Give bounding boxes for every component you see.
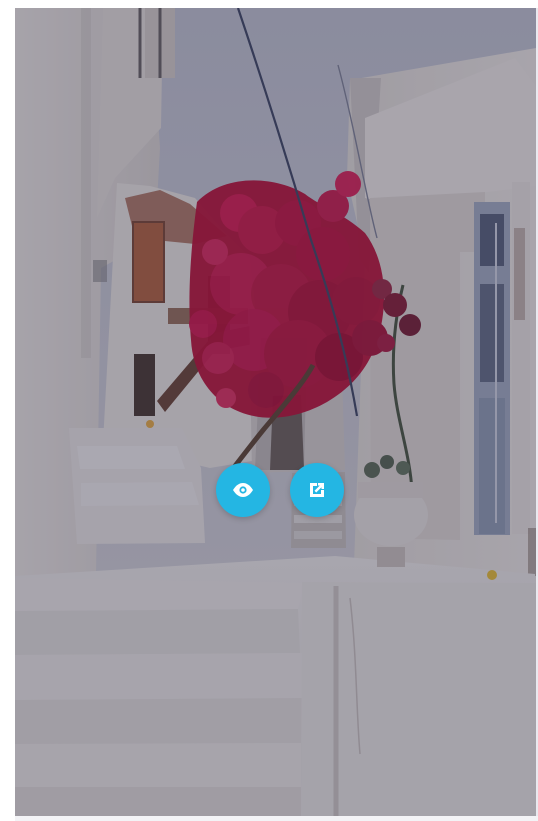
gallery-page [0,0,538,821]
external-link-icon [306,479,328,501]
image-actions [216,463,344,517]
view-image-button[interactable] [216,463,270,517]
eye-icon [232,482,254,498]
open-link-button[interactable] [290,463,344,517]
gallery-image-card[interactable] [15,8,536,816]
hover-overlay [15,8,536,816]
bottom-edge [15,816,538,821]
